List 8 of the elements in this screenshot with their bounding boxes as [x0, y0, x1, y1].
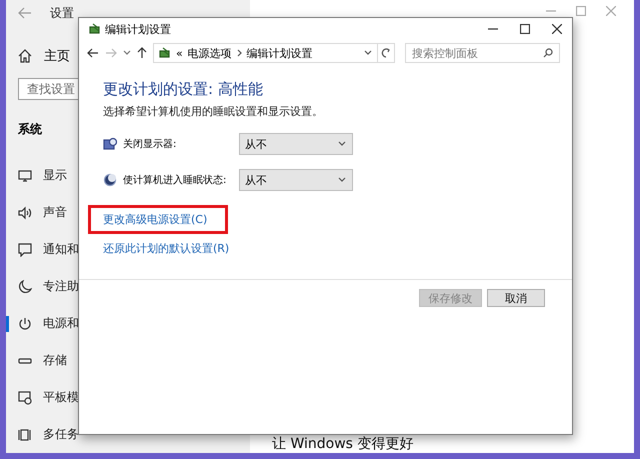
- dialog-title: 编辑计划设置: [105, 22, 171, 36]
- section-heading: 系统: [18, 121, 42, 138]
- page-heading: 更改计划的设置: 高性能: [103, 80, 264, 100]
- setting-label: 关闭显示器:: [123, 138, 176, 151]
- setting-label: 使计算机进入睡眠状态:: [123, 174, 226, 187]
- description-text: 选择希望计算机使用的睡眠设置和显示设置。: [103, 104, 324, 119]
- window-title: 设置: [50, 4, 74, 22]
- footer-text: 让 Windows 变得更好: [271, 436, 414, 453]
